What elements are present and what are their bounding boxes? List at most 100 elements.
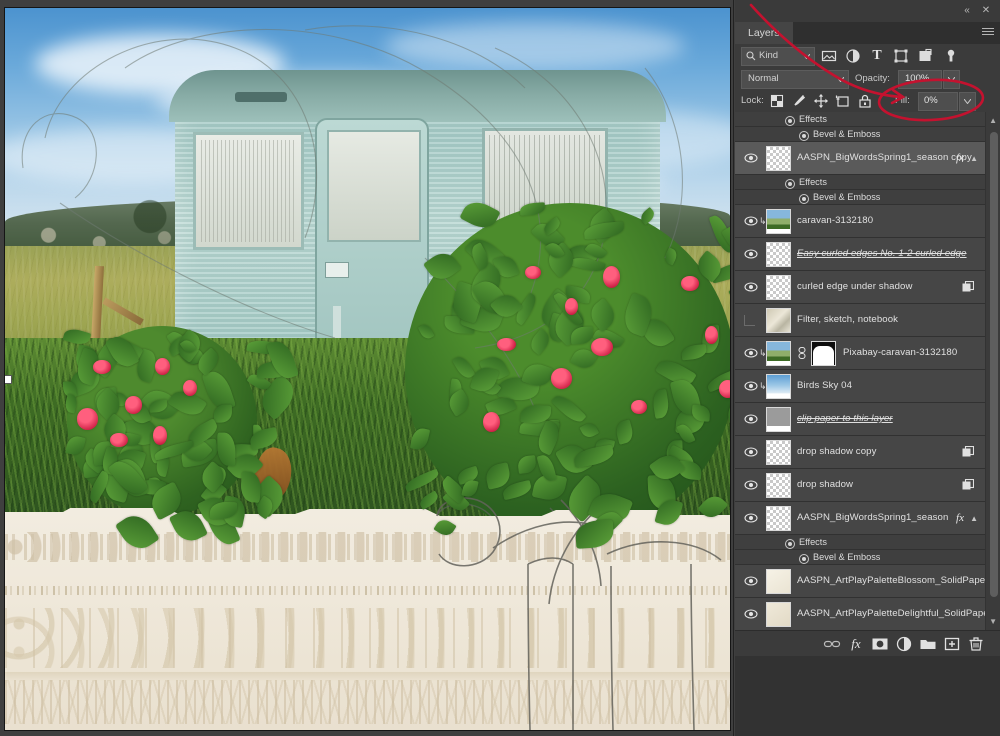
layer-thumbnail[interactable] [766, 569, 791, 594]
layer-row-pixabay-caravan[interactable]: ↳ Pixabay-caravan-3132180 [735, 337, 986, 370]
plus-square-icon[interactable] [943, 635, 961, 653]
link-icon[interactable] [823, 635, 841, 653]
effect-visibility-toggle[interactable] [799, 131, 809, 141]
eye-icon[interactable] [744, 413, 758, 425]
artboard-icon[interactable] [835, 93, 851, 109]
layer-thumbnail[interactable] [766, 374, 791, 399]
layer-row-birds-sky[interactable]: ↳ Birds Sky 04 [735, 370, 986, 403]
eye-icon[interactable] [744, 215, 758, 227]
layer-row-clip-paper[interactable]: clip paper to this layer [735, 403, 986, 436]
layer-row-blossom-solidpaper3[interactable]: AASPN_ArtPlayPaletteBlossom_SolidPaper3 [735, 565, 994, 598]
fx-icon[interactable]: fx [956, 512, 964, 524]
link-icon[interactable] [797, 347, 807, 359]
adjustment-circle-icon[interactable] [845, 48, 861, 64]
search-icon [746, 51, 756, 61]
layer-thumbnail[interactable] [766, 473, 791, 498]
layer-thumbnail[interactable] [766, 602, 791, 627]
eye-icon[interactable] [744, 152, 758, 164]
layer-row-bigwords-season[interactable]: AASPN_BigWordsSpring1_season fx ▲ [735, 502, 986, 535]
layer-row-filter-sketch-notebook[interactable]: Filter, sketch, notebook [735, 304, 986, 337]
eye-icon[interactable] [744, 479, 758, 491]
layer-row-delightful-solidpaper5[interactable]: AASPN_ArtPlayPaletteDelightful_SolidPape… [735, 598, 997, 630]
layer-row-curled-edge-under-shadow[interactable]: curled edge under shadow [735, 271, 986, 304]
effect-visibility-toggle[interactable] [785, 179, 795, 189]
move-arrows-icon[interactable] [813, 93, 829, 109]
fx-icon[interactable]: fx [956, 152, 964, 164]
layer-effect-row[interactable]: Bevel & Emboss [735, 190, 986, 205]
trash-icon[interactable] [967, 635, 985, 653]
chevron-up-icon[interactable]: ▲ [989, 116, 997, 125]
chevron-down-icon [837, 77, 844, 82]
layer-thumbnail[interactable] [766, 242, 791, 267]
eye-icon[interactable] [744, 347, 758, 359]
layer-thumbnail[interactable] [766, 341, 791, 366]
layer-name: Birds Sky 04 [797, 380, 853, 391]
layer-thumbnail[interactable] [766, 209, 791, 234]
brush-icon[interactable] [791, 93, 807, 109]
transform-handle-left[interactable] [5, 375, 12, 384]
eye-icon[interactable] [744, 248, 758, 260]
layer-thumbnail[interactable] [766, 407, 791, 432]
fx-icon[interactable]: fx [847, 635, 865, 653]
layer-thumbnail[interactable] [766, 275, 791, 300]
layer-row-drop-shadow-copy[interactable]: drop shadow copy [735, 436, 986, 469]
opacity-dropdown-button[interactable] [943, 70, 960, 89]
rose-flower [183, 380, 197, 397]
fill-dropdown-button[interactable] [959, 92, 976, 111]
eye-icon[interactable] [744, 575, 758, 587]
eye-icon[interactable] [744, 512, 758, 524]
eye-icon[interactable] [744, 281, 758, 293]
tab-layers[interactable]: Layers [735, 22, 793, 44]
layer-name: drop shadow [797, 479, 854, 490]
layer-effect-row[interactable]: Effects [735, 175, 986, 190]
chevron-up-icon[interactable]: ▲ [970, 154, 978, 163]
layer-effect-row[interactable]: Effects [735, 112, 986, 127]
effect-visibility-toggle[interactable] [785, 539, 795, 549]
folder-icon[interactable] [919, 635, 937, 653]
chevron-up-icon[interactable]: ▲ [970, 514, 978, 523]
cloud [385, 22, 685, 70]
layer-mask-thumbnail[interactable] [811, 341, 836, 366]
layer-row-easy-curled-edges[interactable]: Easy curled edges No. 1-2 curled edge [735, 238, 986, 271]
effect-visibility-toggle[interactable] [799, 194, 809, 204]
filter-kind-dropdown[interactable]: Kind [741, 47, 815, 66]
close-icon[interactable]: ✕ [979, 4, 993, 18]
eye-icon[interactable] [744, 446, 758, 458]
chevron-down-icon[interactable]: ▼ [989, 617, 997, 626]
layer-effect-row[interactable]: Bevel & Emboss [735, 127, 986, 142]
shape-square-icon[interactable] [893, 48, 909, 64]
blend-mode-dropdown[interactable]: Normal [741, 70, 849, 89]
smart-object-icon[interactable] [917, 48, 933, 64]
scrollbar-thumb[interactable] [990, 132, 998, 597]
collapse-panel-icon[interactable]: « [960, 4, 974, 18]
eye-icon[interactable] [744, 608, 758, 620]
eye-icon-off[interactable] [744, 315, 755, 326]
padlock-icon[interactable] [857, 93, 873, 109]
layer-thumbnail[interactable] [766, 308, 791, 333]
eye-icon[interactable] [744, 380, 758, 392]
document-canvas[interactable] [0, 0, 735, 736]
layer-thumbnail[interactable] [766, 506, 791, 531]
mask-icon[interactable] [871, 635, 889, 653]
type-t-icon[interactable]: T [869, 48, 885, 64]
filter-power-toggle-icon[interactable] [943, 48, 959, 64]
effect-visibility-toggle[interactable] [799, 554, 809, 564]
layer-thumbnail[interactable] [766, 146, 791, 171]
layer-list-scrollbar[interactable]: ▲ ▼ [985, 112, 1000, 630]
layer-row-caravan[interactable]: ↳ caravan-3132180 [735, 205, 986, 238]
fill-input[interactable]: 0% [918, 92, 958, 111]
rose-flower [603, 266, 620, 288]
layer-row-drop-shadow[interactable]: drop shadow [735, 469, 986, 502]
layer-thumbnail[interactable] [766, 440, 791, 465]
layer-list[interactable]: Effects Bevel & Emboss AASPN_BigWordsSpr… [735, 112, 1000, 630]
opacity-input[interactable]: 100% [898, 70, 942, 89]
image-icon[interactable] [821, 48, 837, 64]
half-circle-icon[interactable] [895, 635, 913, 653]
layer-row-bigwords-copy[interactable]: AASPN_BigWordsSpring1_season copy fx ▲ [735, 142, 986, 175]
checkerboard-icon[interactable] [769, 93, 785, 109]
effect-visibility-toggle[interactable] [785, 116, 795, 126]
layer-effect-row[interactable]: Bevel & Emboss [735, 550, 986, 565]
layer-effect-row[interactable]: Effects [735, 535, 986, 550]
duplicate-badge-icon [962, 281, 974, 292]
panel-menu-icon[interactable] [982, 28, 994, 38]
